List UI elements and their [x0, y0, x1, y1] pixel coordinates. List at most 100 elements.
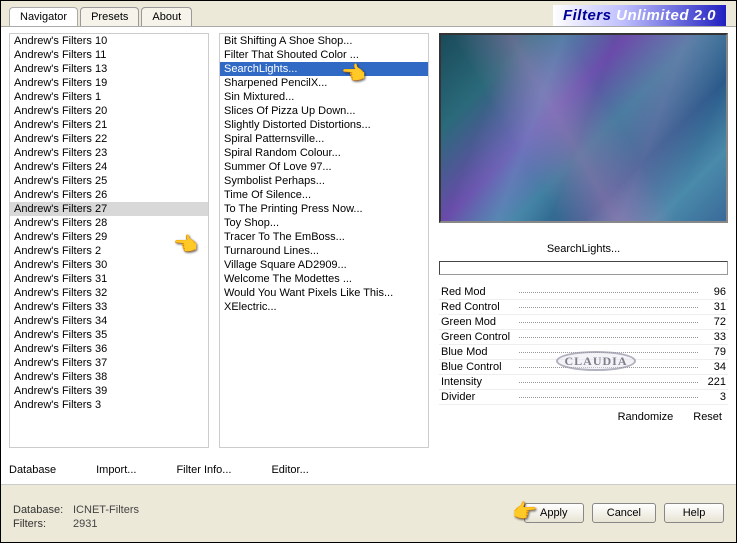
category-item[interactable]: Andrew's Filters 39: [10, 384, 208, 398]
right-area: SearchLights... Red Mod 96 Red Control 31 Gr…: [439, 33, 728, 484]
param-value: 3: [716, 391, 726, 403]
category-item[interactable]: Andrew's Filters 33: [10, 300, 208, 314]
brand-text-post: Unlimited 2.0: [616, 7, 716, 24]
category-panel: Andrew's Filters 10Andrew's Filters 11An…: [9, 33, 209, 448]
category-listbox[interactable]: Andrew's Filters 10Andrew's Filters 11An…: [10, 34, 208, 447]
filter-item[interactable]: Slices Of Pizza Up Down...: [220, 104, 428, 118]
category-item[interactable]: Andrew's Filters 23: [10, 146, 208, 160]
tab-about[interactable]: About: [141, 7, 192, 26]
category-item[interactable]: Andrew's Filters 20: [10, 104, 208, 118]
filter-item[interactable]: Symbolist Perhaps...: [220, 174, 428, 188]
filter-item[interactable]: Turnaround Lines...: [220, 244, 428, 258]
help-button[interactable]: Help: [664, 503, 724, 523]
param-value: 96: [710, 286, 726, 298]
category-item[interactable]: Andrew's Filters 24: [10, 160, 208, 174]
category-item[interactable]: Andrew's Filters 22: [10, 132, 208, 146]
editor-button[interactable]: Editor...: [271, 464, 308, 476]
category-item[interactable]: Andrew's Filters 11: [10, 48, 208, 62]
category-item[interactable]: Andrew's Filters 31: [10, 272, 208, 286]
brand-banner: Filters Unlimited 2.0: [553, 5, 726, 26]
category-item[interactable]: Andrew's Filters 13: [10, 62, 208, 76]
category-item[interactable]: Andrew's Filters 34: [10, 314, 208, 328]
category-item[interactable]: Andrew's Filters 27: [10, 202, 208, 216]
param-row[interactable]: Green Mod 72: [439, 315, 728, 330]
import-button[interactable]: Import...: [96, 464, 136, 476]
param-value: 72: [710, 316, 726, 328]
category-item[interactable]: Andrew's Filters 35: [10, 328, 208, 342]
filters-value: 2931: [73, 518, 97, 530]
filter-item[interactable]: Spiral Random Colour...: [220, 146, 428, 160]
filter-item[interactable]: SearchLights...: [220, 62, 428, 76]
filter-item[interactable]: Village Square AD2909...: [220, 258, 428, 272]
category-item[interactable]: Andrew's Filters 3: [10, 398, 208, 412]
filter-listbox[interactable]: Bit Shifting A Shoe Shop...Filter That S…: [220, 34, 428, 447]
preview-image: [439, 33, 728, 223]
param-row[interactable]: Red Mod 96: [439, 285, 728, 300]
filter-item[interactable]: Filter That Shouted Color ...: [220, 48, 428, 62]
apply-button[interactable]: Apply: [524, 503, 584, 523]
db-value: ICNET-Filters: [73, 504, 139, 516]
filter-item[interactable]: To The Printing Press Now...: [220, 202, 428, 216]
param-label: Blue Control: [441, 361, 506, 373]
param-label: Red Control: [441, 301, 504, 313]
footer: Database:ICNET-Filters Filters:2931 Appl…: [1, 484, 736, 542]
filter-info-button[interactable]: Filter Info...: [176, 464, 231, 476]
filter-item[interactable]: Summer Of Love 97...: [220, 160, 428, 174]
category-item[interactable]: Andrew's Filters 1: [10, 90, 208, 104]
current-filter-label: SearchLights...: [439, 239, 728, 259]
tab-navigator[interactable]: Navigator: [9, 7, 78, 26]
filter-item[interactable]: Slightly Distorted Distortions...: [220, 118, 428, 132]
filters-label: Filters:: [13, 517, 73, 531]
filter-item[interactable]: Welcome The Modettes ...: [220, 272, 428, 286]
parameters-list: Red Mod 96 Red Control 31 Green Mod 72 Green C…: [439, 285, 728, 405]
filter-item[interactable]: Time Of Silence...: [220, 188, 428, 202]
category-item[interactable]: Andrew's Filters 26: [10, 188, 208, 202]
category-item[interactable]: Andrew's Filters 38: [10, 370, 208, 384]
cancel-button[interactable]: Cancel: [592, 503, 656, 523]
param-label: Red Mod: [441, 286, 490, 298]
filter-item[interactable]: Bit Shifting A Shoe Shop...: [220, 34, 428, 48]
filter-item[interactable]: XElectric...: [220, 300, 428, 314]
category-item[interactable]: Andrew's Filters 37: [10, 356, 208, 370]
param-row[interactable]: Blue Control 34: [439, 360, 728, 375]
filter-item[interactable]: Sharpened PencilX...: [220, 76, 428, 90]
category-item[interactable]: Andrew's Filters 19: [10, 76, 208, 90]
filter-panel: Bit Shifting A Shoe Shop...Filter That S…: [219, 33, 429, 448]
filter-item[interactable]: Would You Want Pixels Like This...: [220, 286, 428, 300]
filter-item[interactable]: Toy Shop...: [220, 216, 428, 230]
database-button[interactable]: Database: [9, 464, 56, 476]
tab-presets[interactable]: Presets: [80, 7, 139, 26]
param-label: Divider: [441, 391, 479, 403]
footer-info: Database:ICNET-Filters Filters:2931: [13, 503, 139, 531]
param-label: Intensity: [441, 376, 486, 388]
param-row[interactable]: Divider 3: [439, 390, 728, 405]
filter-item[interactable]: Sin Mixtured...: [220, 90, 428, 104]
param-row[interactable]: Red Control 31: [439, 300, 728, 315]
filter-item[interactable]: Spiral Patternsville...: [220, 132, 428, 146]
progress-bar: [439, 261, 728, 275]
filter-item[interactable]: Tracer To The EmBoss...: [220, 230, 428, 244]
param-value: 31: [710, 301, 726, 313]
db-label: Database:: [13, 503, 73, 517]
content-area: Andrew's Filters 10Andrew's Filters 11An…: [1, 26, 736, 484]
category-item[interactable]: Andrew's Filters 36: [10, 342, 208, 356]
category-item[interactable]: Andrew's Filters 10: [10, 34, 208, 48]
reset-button[interactable]: Reset: [693, 411, 722, 423]
category-item[interactable]: Andrew's Filters 32: [10, 286, 208, 300]
param-label: Green Mod: [441, 316, 500, 328]
category-item[interactable]: Andrew's Filters 21: [10, 118, 208, 132]
param-value: 33: [710, 331, 726, 343]
param-value: 34: [710, 361, 726, 373]
category-item[interactable]: Andrew's Filters 2: [10, 244, 208, 258]
category-item[interactable]: Andrew's Filters 28: [10, 216, 208, 230]
param-row[interactable]: Blue Mod79: [439, 345, 728, 360]
param-row[interactable]: Intensity221: [439, 375, 728, 390]
category-item[interactable]: Andrew's Filters 25: [10, 174, 208, 188]
randomize-button[interactable]: Randomize: [618, 411, 674, 423]
right-button-row: Randomize Reset: [439, 411, 728, 423]
category-item[interactable]: Andrew's Filters 29: [10, 230, 208, 244]
category-item[interactable]: Andrew's Filters 30: [10, 258, 208, 272]
app-window: Navigator Presets About Filters Unlimite…: [0, 0, 737, 543]
param-label: Blue Mod: [441, 346, 491, 358]
param-row[interactable]: Green Control33: [439, 330, 728, 345]
